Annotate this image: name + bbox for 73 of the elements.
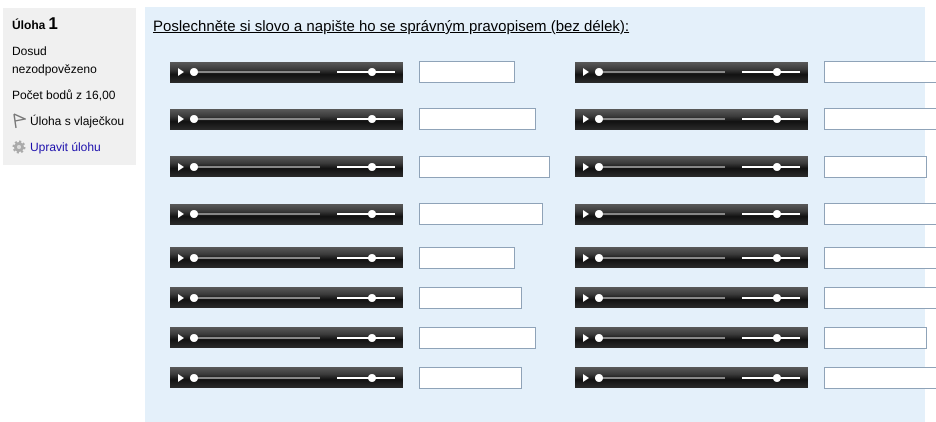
volume-slider[interactable] — [742, 372, 800, 382]
answer-field[interactable] — [824, 156, 927, 178]
seek-slider[interactable] — [190, 292, 320, 302]
answer-field[interactable] — [824, 326, 927, 348]
play-icon[interactable] — [178, 210, 184, 218]
volume-slider[interactable] — [337, 162, 395, 172]
answer-field[interactable] — [419, 286, 522, 308]
seek-slider[interactable] — [595, 162, 725, 172]
question-label: Úloha — [12, 17, 46, 34]
answer-field[interactable] — [419, 203, 543, 225]
answer-field[interactable] — [824, 246, 936, 268]
seek-slider[interactable] — [595, 372, 725, 382]
play-icon[interactable] — [583, 210, 589, 218]
answer-field[interactable] — [419, 366, 522, 388]
play-icon[interactable] — [583, 162, 589, 170]
play-icon[interactable] — [583, 374, 589, 382]
question-number: 1 — [48, 15, 58, 32]
flag-question-link[interactable]: Úloha s vlaječkou — [30, 112, 124, 130]
answer-field[interactable] — [824, 286, 936, 308]
answer-field[interactable] — [824, 366, 936, 388]
question-prompt: Poslechněte si slovo a napište ho se správným pravopisem (bez délek): — [153, 17, 630, 37]
answer-field[interactable] — [824, 61, 936, 83]
volume-slider[interactable] — [742, 114, 800, 124]
seek-slider[interactable] — [190, 209, 320, 219]
answer-field[interactable] — [419, 108, 536, 130]
play-icon[interactable] — [178, 334, 184, 342]
volume-slider[interactable] — [742, 292, 800, 302]
play-icon[interactable] — [178, 374, 184, 382]
seek-slider[interactable] — [595, 332, 725, 342]
seek-slider[interactable] — [595, 209, 725, 219]
play-icon[interactable] — [178, 115, 184, 123]
answer-field[interactable] — [419, 156, 550, 178]
volume-slider[interactable] — [337, 332, 395, 342]
answer-field[interactable] — [824, 203, 936, 225]
flag-icon[interactable] — [12, 113, 26, 129]
play-icon[interactable] — [178, 294, 184, 302]
volume-slider[interactable] — [742, 162, 800, 172]
seek-slider[interactable] — [190, 162, 320, 172]
edit-question-link[interactable]: Upravit úlohu — [30, 138, 101, 156]
answer-field[interactable] — [419, 246, 515, 268]
answer-field[interactable] — [824, 108, 936, 130]
volume-slider[interactable] — [337, 372, 395, 382]
play-icon[interactable] — [178, 254, 184, 262]
volume-slider[interactable] — [337, 209, 395, 219]
seek-slider[interactable] — [595, 252, 725, 262]
answer-field[interactable] — [419, 326, 536, 348]
volume-slider[interactable] — [742, 252, 800, 262]
seek-slider[interactable] — [190, 372, 320, 382]
seek-slider[interactable] — [595, 114, 725, 124]
play-icon[interactable] — [178, 68, 184, 76]
gear-icon — [12, 140, 26, 154]
seek-slider[interactable] — [595, 67, 725, 77]
volume-slider[interactable] — [742, 67, 800, 77]
volume-slider[interactable] — [337, 292, 395, 302]
seek-slider[interactable] — [190, 67, 320, 77]
volume-slider[interactable] — [742, 209, 800, 219]
play-icon[interactable] — [583, 68, 589, 76]
volume-slider[interactable] — [742, 332, 800, 342]
play-icon[interactable] — [583, 115, 589, 123]
play-icon[interactable] — [583, 334, 589, 342]
volume-slider[interactable] — [337, 252, 395, 262]
answer-field[interactable] — [419, 61, 515, 83]
seek-slider[interactable] — [190, 252, 320, 262]
seek-slider[interactable] — [190, 332, 320, 342]
play-icon[interactable] — [583, 254, 589, 262]
play-icon[interactable] — [583, 294, 589, 302]
points-text: Počet bodů z 16,00 — [12, 87, 116, 104]
volume-slider[interactable] — [337, 67, 395, 77]
volume-slider[interactable] — [337, 114, 395, 124]
seek-slider[interactable] — [595, 292, 725, 302]
play-icon[interactable] — [178, 162, 184, 170]
seek-slider[interactable] — [190, 114, 320, 124]
answer-status: Dosud nezodpovězeno — [12, 43, 98, 78]
